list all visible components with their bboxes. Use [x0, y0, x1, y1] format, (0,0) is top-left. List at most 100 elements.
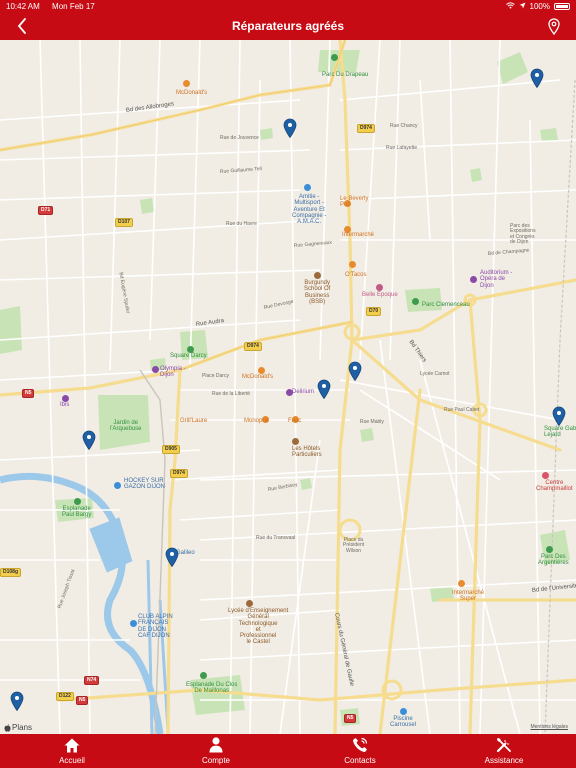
label-delirium: Delirium [292, 389, 315, 395]
poi-esplanade-mailles-icon[interactable] [200, 672, 207, 679]
legal-link[interactable]: Mentions légales [530, 724, 568, 730]
poi-intermarche2-icon[interactable] [458, 580, 465, 587]
repairer-marker[interactable] [317, 379, 331, 400]
label-mcdonalds-1: McDonald's [176, 90, 208, 96]
shield-d974-c: D974 [170, 469, 188, 478]
tab-contacts[interactable]: Contacts [288, 734, 432, 768]
map-pin-icon [348, 361, 362, 382]
status-date: Mon Feb 17 [52, 1, 95, 11]
back-button[interactable] [12, 14, 32, 38]
street-rue-lafayette: Rue Lafayette [386, 145, 418, 151]
repairer-marker[interactable] [165, 547, 179, 568]
tab-compte[interactable]: Compte [144, 734, 288, 768]
apple-logo-icon [4, 723, 11, 732]
wifi-icon [505, 1, 515, 11]
repairer-marker[interactable] [552, 406, 566, 427]
map-pin-icon [552, 406, 566, 427]
label-parc-drapeau: Parc Du Drapeau [322, 72, 369, 78]
poi-cinema-icon[interactable] [376, 284, 383, 291]
tab-accueil[interactable]: Accueil [0, 734, 144, 768]
battery-icon [554, 2, 570, 10]
label-belle-epoque: Belle Époque [362, 292, 398, 298]
shield-d905: D905 [162, 445, 180, 454]
poi-lycee-icon[interactable] [246, 600, 253, 607]
page-title: Réparateurs agréés [231, 19, 345, 33]
label-intermarche-2: Intermarché Super [452, 590, 485, 603]
label-parc-clemenceau: Parc Clemenceau [422, 302, 470, 308]
label-fnac: Fnac [288, 418, 302, 424]
poi-park-icon[interactable] [412, 298, 419, 305]
home-icon [64, 738, 80, 752]
maps-attribution: Plans [4, 723, 32, 732]
shield-n74: N74 [84, 676, 100, 685]
poi-restaurant-icon[interactable] [349, 261, 356, 268]
label-ibis: Ibis [60, 402, 70, 408]
label-amitie: Amitie - Multisport - Aventure Et Compag… [292, 194, 327, 226]
poi-piscine-icon[interactable] [400, 708, 407, 715]
label-piscine: Piscine Carrousel [390, 716, 417, 729]
map-view[interactable]: Parc Du Drapeau McDonald's Bd des Allobr… [0, 40, 576, 734]
street-rue-transvaal: Rue du Transvaal [256, 535, 296, 541]
tab-contacts-label: Contacts [344, 756, 376, 765]
status-right: 100% [505, 1, 570, 11]
tab-compte-label: Compte [201, 756, 230, 765]
repairer-marker[interactable] [530, 68, 544, 89]
locate-button[interactable] [544, 14, 564, 38]
tab-accueil-label: Accueil [59, 755, 85, 765]
street-rue-havre: Rue du Havre [226, 221, 257, 227]
poi-school-icon[interactable] [314, 272, 321, 279]
tools-icon [496, 738, 511, 753]
tab-assistance[interactable]: Assistance [432, 734, 576, 768]
poi-club-alpin-icon[interactable] [130, 620, 137, 627]
label-grill-laure: Grill'Laure [180, 418, 208, 424]
map-pin-icon [82, 430, 96, 451]
street-rue-mably: Rue Mably [360, 419, 384, 425]
label-club-alpin: CLUB ALPIN FRANÇAIS DE DIJON CAF DIJON [138, 614, 173, 639]
label-olympia: Olympia - Dijon [160, 366, 186, 379]
label-auditorium: Auditorium - Opéra de Dijon [480, 270, 513, 289]
label-otacos: O'Tacos [345, 272, 367, 278]
label-centre-champmaillot: Centre Champmaillot [536, 480, 573, 493]
tab-assistance-label: Assistance [484, 756, 524, 765]
street-rue-jouvence: Rue de Jouvence [220, 135, 259, 141]
label-esplanade-mailles: Esplanade Du Clos De Maillonas [186, 682, 238, 695]
poi-square-park-icon[interactable] [187, 346, 194, 353]
map-pin-icon [530, 68, 544, 89]
poi-monument-icon[interactable] [292, 438, 299, 445]
shield-d974-a: D974 [357, 124, 375, 133]
poi-hotel-icon[interactable] [62, 395, 69, 402]
label-jardin-arquebuse: Jardin de l'Arquebuse [110, 420, 142, 433]
poi-auditorium-icon[interactable] [470, 276, 477, 283]
repairer-marker[interactable] [82, 430, 96, 451]
poi-mcdonalds-icon[interactable] [183, 80, 190, 87]
label-beverly: Le Beverly Pub [340, 196, 369, 209]
shield-d122: D122 [56, 692, 74, 701]
status-time: 10:42 AM [6, 1, 40, 11]
location-pin-icon [548, 17, 560, 35]
map-pin-icon [283, 118, 297, 139]
poi-mcdonalds2-icon[interactable] [258, 367, 265, 374]
poi-argentieres-icon[interactable] [546, 546, 553, 553]
label-esplanade-bargy: Esplanade Paul Bargy [62, 506, 92, 519]
label-square-darcy: Square Darcy [170, 353, 207, 359]
poi-esplanade-icon[interactable] [74, 498, 81, 505]
repairer-marker[interactable] [283, 118, 297, 139]
battery-percent: 100% [529, 1, 550, 11]
navigation-bar: Réparateurs agréés [0, 12, 576, 40]
maps-attribution-text: Plans [12, 723, 33, 732]
shield-n5-b: N5 [76, 696, 89, 705]
repairer-marker[interactable] [348, 361, 362, 382]
poi-theater-icon[interactable] [152, 366, 159, 373]
status-bar: 10:42 AM Mon Feb 17 100% [0, 0, 576, 12]
phone-icon [353, 737, 368, 752]
poi-sport-icon[interactable] [304, 184, 311, 191]
label-hockey: HOCKEY SUR GAZON DIJON [124, 478, 166, 491]
map-pin-icon [317, 379, 331, 400]
poi-hospital-icon[interactable] [542, 472, 549, 479]
map-pin-icon [10, 691, 24, 712]
poi-drapeau-icon[interactable] [331, 54, 338, 61]
label-place-darcy: Place Darcy [202, 373, 229, 379]
poi-hockey-icon[interactable] [114, 482, 121, 489]
repairer-marker[interactable] [10, 691, 24, 712]
label-parc-argentieres: Parc Des Argentières [538, 554, 569, 567]
